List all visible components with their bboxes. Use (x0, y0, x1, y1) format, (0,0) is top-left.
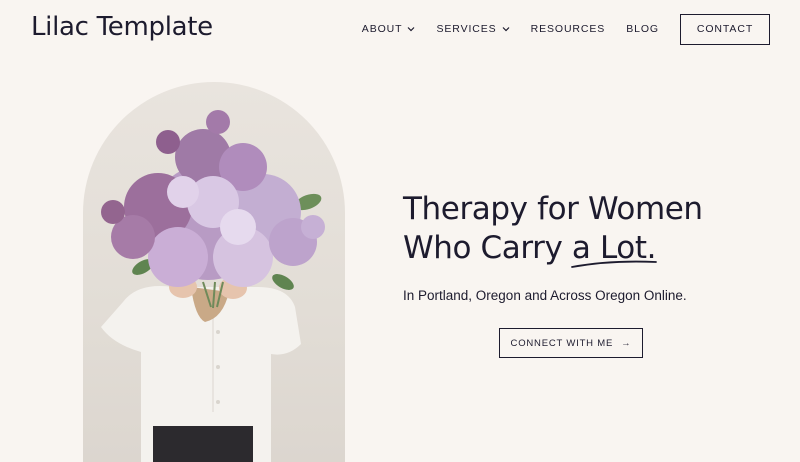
connect-button-label: Connect with me (510, 337, 614, 349)
hero-subheadline: In Portland, Oregon and Across Oregon On… (403, 288, 687, 303)
nav-item-blog[interactable]: Blog (626, 23, 659, 35)
chevron-down-icon (408, 27, 415, 32)
connect-button[interactable]: Connect with me → (499, 328, 643, 358)
nav-item-label: About (361, 23, 403, 35)
underline-squiggle-icon (571, 260, 657, 268)
nav-item-resources[interactable]: Resources (531, 23, 606, 35)
nav-item-label: Resources (530, 23, 606, 35)
nav-item-about[interactable]: About (362, 23, 416, 35)
headline-emphasis: a Lot (571, 229, 657, 268)
main-nav: About Services Resources Blog Contact (362, 13, 770, 45)
nav-item-label: Services (436, 23, 497, 35)
hero-image (83, 82, 345, 462)
nav-item-label: Blog (626, 23, 659, 35)
arrow-right-icon: → (621, 337, 632, 349)
headline-prefix: Who Carry (403, 230, 572, 266)
headline-line-2: Who Carry a Lot. (403, 229, 703, 268)
chevron-down-icon (502, 27, 510, 32)
headline-line-1: Therapy for Women (403, 191, 703, 227)
nav-item-services[interactable]: Services (436, 23, 510, 35)
hero-photo (101, 110, 325, 462)
hero-headline: Therapy for Women Who Carry a Lot. (403, 190, 703, 268)
site-logo[interactable]: Lilac Template (31, 12, 213, 42)
contact-button[interactable]: Contact (680, 13, 770, 45)
